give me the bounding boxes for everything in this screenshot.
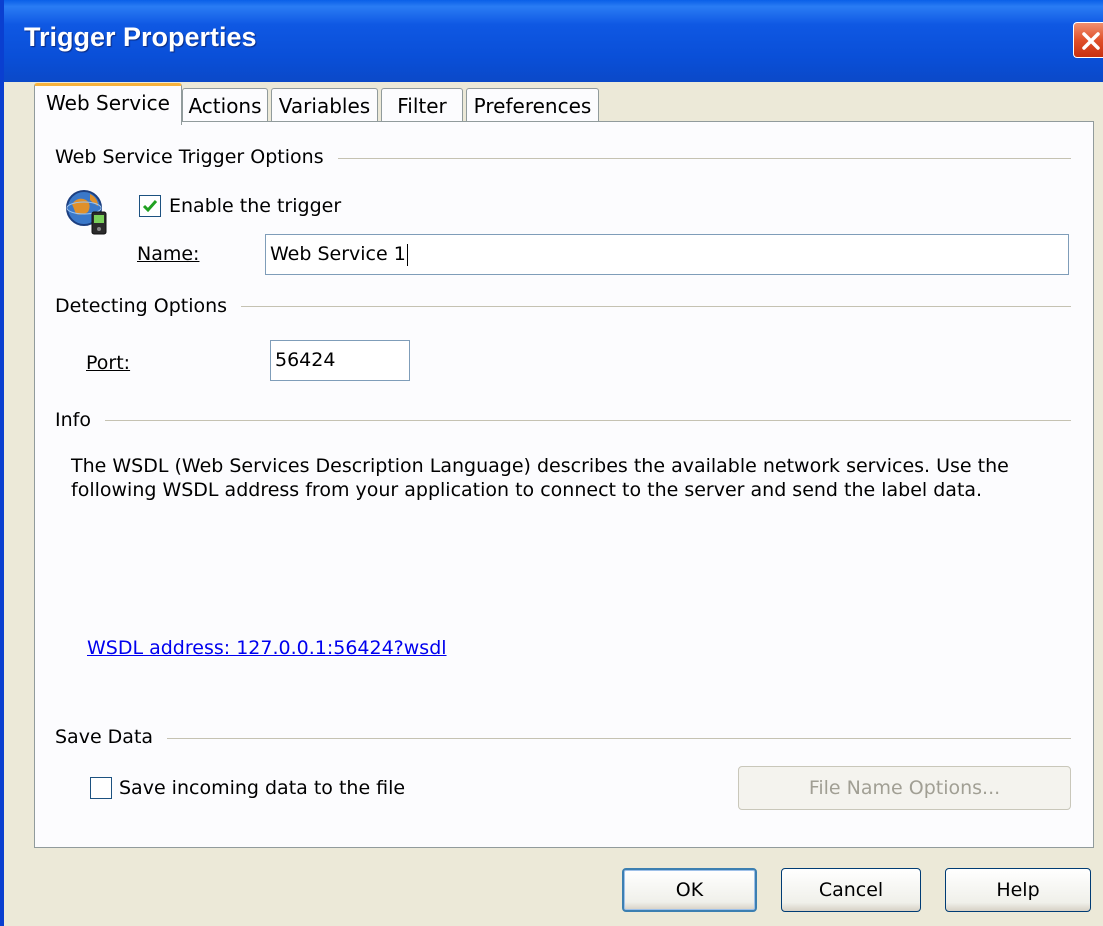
ok-button[interactable]: OK — [622, 868, 757, 912]
port-label: Port: — [86, 352, 131, 374]
tab-variables[interactable]: Variables — [271, 88, 378, 124]
section-title-detecting-options: Detecting Options — [55, 295, 242, 317]
info-description: The WSDL (Web Services Description Langu… — [71, 455, 1009, 501]
close-icon — [1082, 32, 1100, 50]
text-caret — [406, 243, 408, 266]
help-button[interactable]: Help — [945, 868, 1091, 912]
web-service-globe-icon — [66, 190, 107, 235]
save-incoming-data-checkbox[interactable] — [90, 777, 112, 799]
enable-trigger-label[interactable]: Enable the trigger — [169, 195, 341, 217]
window-title: Trigger Properties — [24, 22, 257, 52]
name-input-value: Web Service 1 — [270, 243, 406, 265]
section-title-save-data: Save Data — [55, 726, 168, 748]
title-bar[interactable]: Trigger Properties — [4, 0, 1103, 82]
name-label: Name: — [137, 243, 200, 265]
close-button[interactable] — [1073, 22, 1103, 58]
tab-filter[interactable]: Filter — [381, 88, 463, 124]
enable-trigger-checkbox[interactable] — [139, 195, 161, 217]
file-name-options-button[interactable]: File Name Options... — [738, 766, 1071, 810]
checkmark-icon — [142, 200, 158, 213]
name-input[interactable]: Web Service 1 — [265, 234, 1069, 275]
cancel-button[interactable]: Cancel — [781, 868, 921, 912]
section-divider — [55, 420, 1071, 421]
port-input[interactable]: 56424 — [270, 340, 410, 381]
section-title-info: Info — [55, 409, 105, 431]
tab-preferences[interactable]: Preferences — [466, 88, 599, 124]
tab-web-service[interactable]: Web Service — [34, 83, 182, 125]
wsdl-address-link[interactable]: WSDL address: 127.0.0.1:56424?wsdl — [87, 637, 447, 659]
section-title-web-service-options: Web Service Trigger Options — [55, 146, 338, 168]
section-divider — [55, 738, 1071, 739]
save-incoming-data-label[interactable]: Save incoming data to the file — [119, 777, 405, 799]
tab-actions[interactable]: Actions — [182, 88, 268, 124]
